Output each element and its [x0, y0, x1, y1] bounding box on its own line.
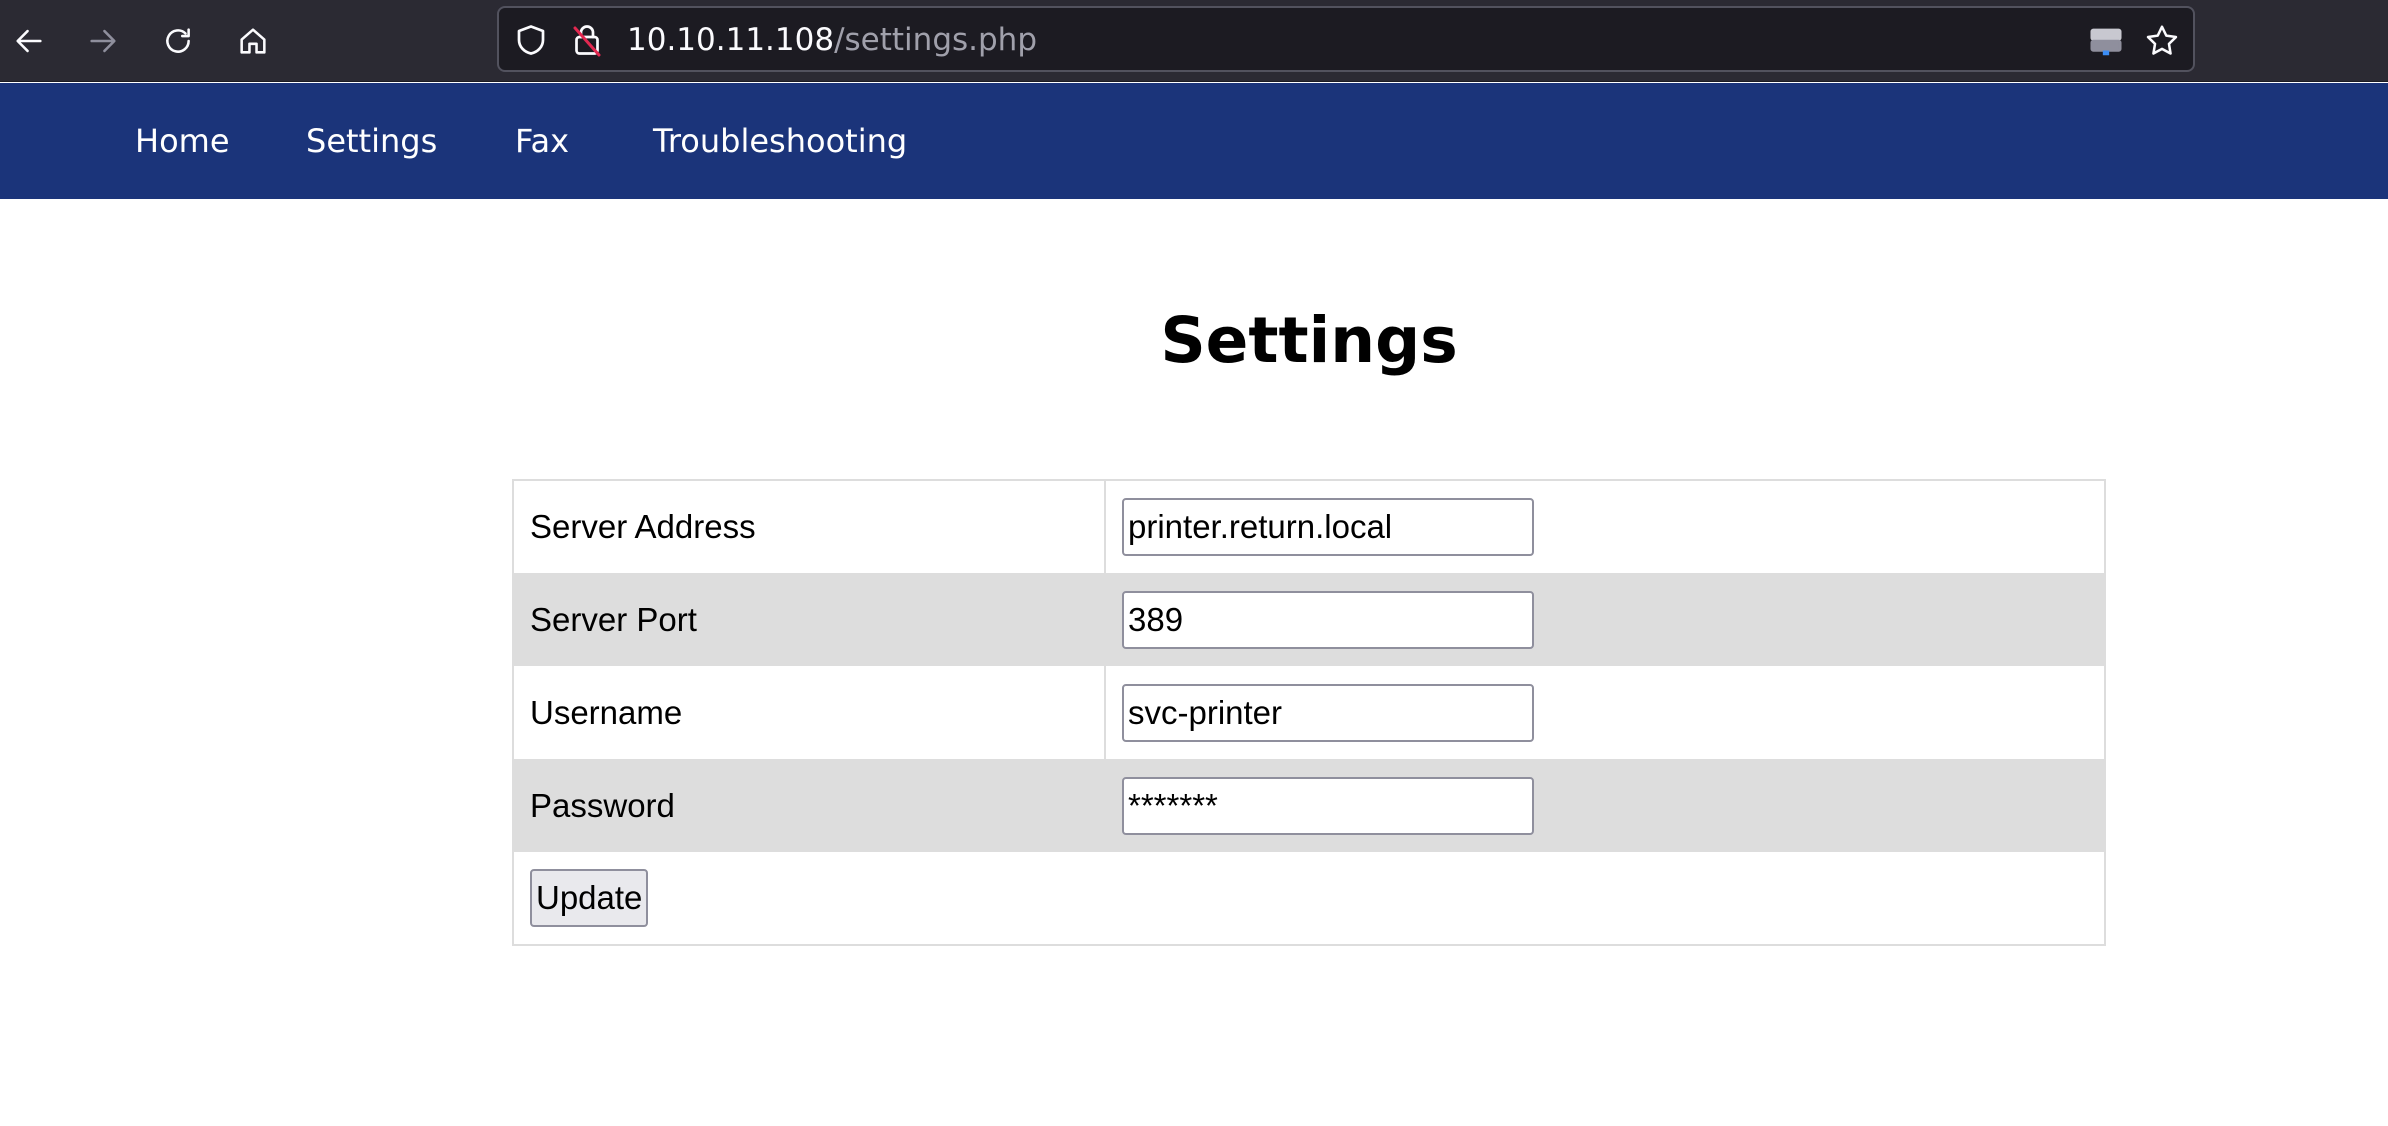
url-path: /settings.php	[834, 22, 1038, 58]
shield-icon[interactable]	[513, 22, 549, 58]
forward-arrow-icon	[90, 29, 116, 53]
submit-cell: Update	[513, 852, 2105, 945]
insecure-lock-icon[interactable]	[569, 22, 605, 58]
url-text[interactable]: 10.10.11.108/settings.php	[627, 22, 1037, 58]
home-button[interactable]	[228, 16, 278, 66]
form-row-password: Password	[513, 759, 2105, 852]
form-row-username: Username	[513, 666, 2105, 759]
username-input[interactable]	[1122, 683, 1534, 742]
home-icon	[240, 28, 266, 54]
form-row-server-port: Server Port	[513, 573, 2105, 666]
username-label: Username	[513, 666, 1106, 759]
password-input[interactable]	[1122, 776, 1534, 835]
drive-icon[interactable]	[2087, 22, 2125, 60]
url-host: 10.10.11.108	[627, 22, 835, 58]
password-label: Password	[513, 759, 1106, 852]
settings-form: Server Address Server Port Username Pass…	[512, 479, 2106, 946]
site-nav: Home Settings Fax Troubleshooting	[0, 83, 2388, 199]
bookmark-star-icon[interactable]	[2143, 22, 2181, 60]
username-cell	[1105, 666, 2105, 759]
server-port-input[interactable]	[1122, 590, 1534, 649]
nav-link-settings[interactable]: Settings	[306, 83, 437, 199]
back-arrow-icon	[16, 29, 42, 53]
forward-button[interactable]	[78, 16, 128, 66]
nav-link-home[interactable]: Home	[135, 83, 230, 199]
server-address-label: Server Address	[513, 480, 1106, 573]
form-row-submit: Update	[513, 852, 2105, 945]
server-address-input[interactable]	[1122, 498, 1534, 556]
form-row-server-address: Server Address	[513, 480, 2105, 573]
server-port-cell	[1105, 573, 2105, 666]
browser-toolbar: 10.10.11.108/settings.php	[0, 0, 2388, 82]
update-button[interactable]: Update	[530, 869, 649, 927]
reload-button[interactable]	[153, 16, 203, 66]
nav-link-fax[interactable]: Fax	[515, 83, 569, 199]
back-button[interactable]	[4, 16, 54, 66]
address-bar[interactable]: 10.10.11.108/settings.php	[497, 6, 2195, 72]
password-cell	[1105, 759, 2105, 852]
reload-icon	[166, 28, 190, 53]
server-address-cell	[1105, 480, 2105, 573]
page-title: Settings	[1160, 304, 1458, 377]
server-port-label: Server Port	[513, 573, 1106, 666]
nav-link-troubleshooting[interactable]: Troubleshooting	[653, 83, 907, 199]
